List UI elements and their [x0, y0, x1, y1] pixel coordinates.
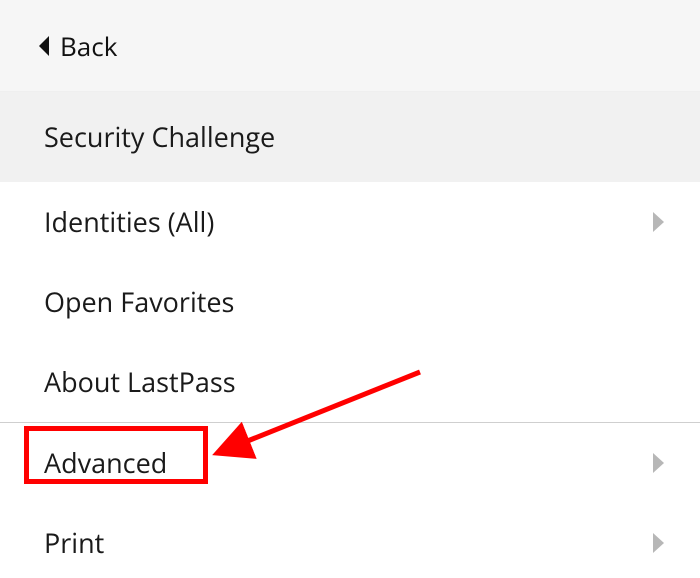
- menu-item-security-challenge[interactable]: Security Challenge: [0, 92, 700, 182]
- menu-item-about-lastpass[interactable]: About LastPass: [0, 342, 700, 422]
- chevron-right-icon: [653, 453, 664, 473]
- chevron-right-icon: [653, 212, 664, 232]
- menu-item-label: Open Favorites: [44, 283, 234, 320]
- menu-item-label: Advanced: [44, 444, 167, 481]
- menu-item-label: About LastPass: [44, 363, 236, 400]
- panel-header: Back: [0, 0, 700, 92]
- menu-item-advanced[interactable]: Advanced: [0, 423, 700, 503]
- menu-item-label: Print: [44, 524, 104, 561]
- menu-item-open-favorites[interactable]: Open Favorites: [0, 262, 700, 342]
- menu-item-label: Security Challenge: [44, 118, 275, 155]
- back-button-label: Back: [60, 28, 117, 64]
- menu-item-print[interactable]: Print: [0, 503, 700, 578]
- chevron-right-icon: [653, 533, 664, 553]
- menu-item-identities[interactable]: Identities (All): [0, 182, 700, 262]
- settings-panel: Back Security Challenge Identities (All)…: [0, 0, 700, 578]
- back-button[interactable]: Back: [38, 28, 117, 64]
- menu-item-label: Identities (All): [44, 203, 214, 240]
- chevron-left-icon: [38, 35, 50, 57]
- menu-list: Security Challenge Identities (All) Open…: [0, 92, 700, 578]
